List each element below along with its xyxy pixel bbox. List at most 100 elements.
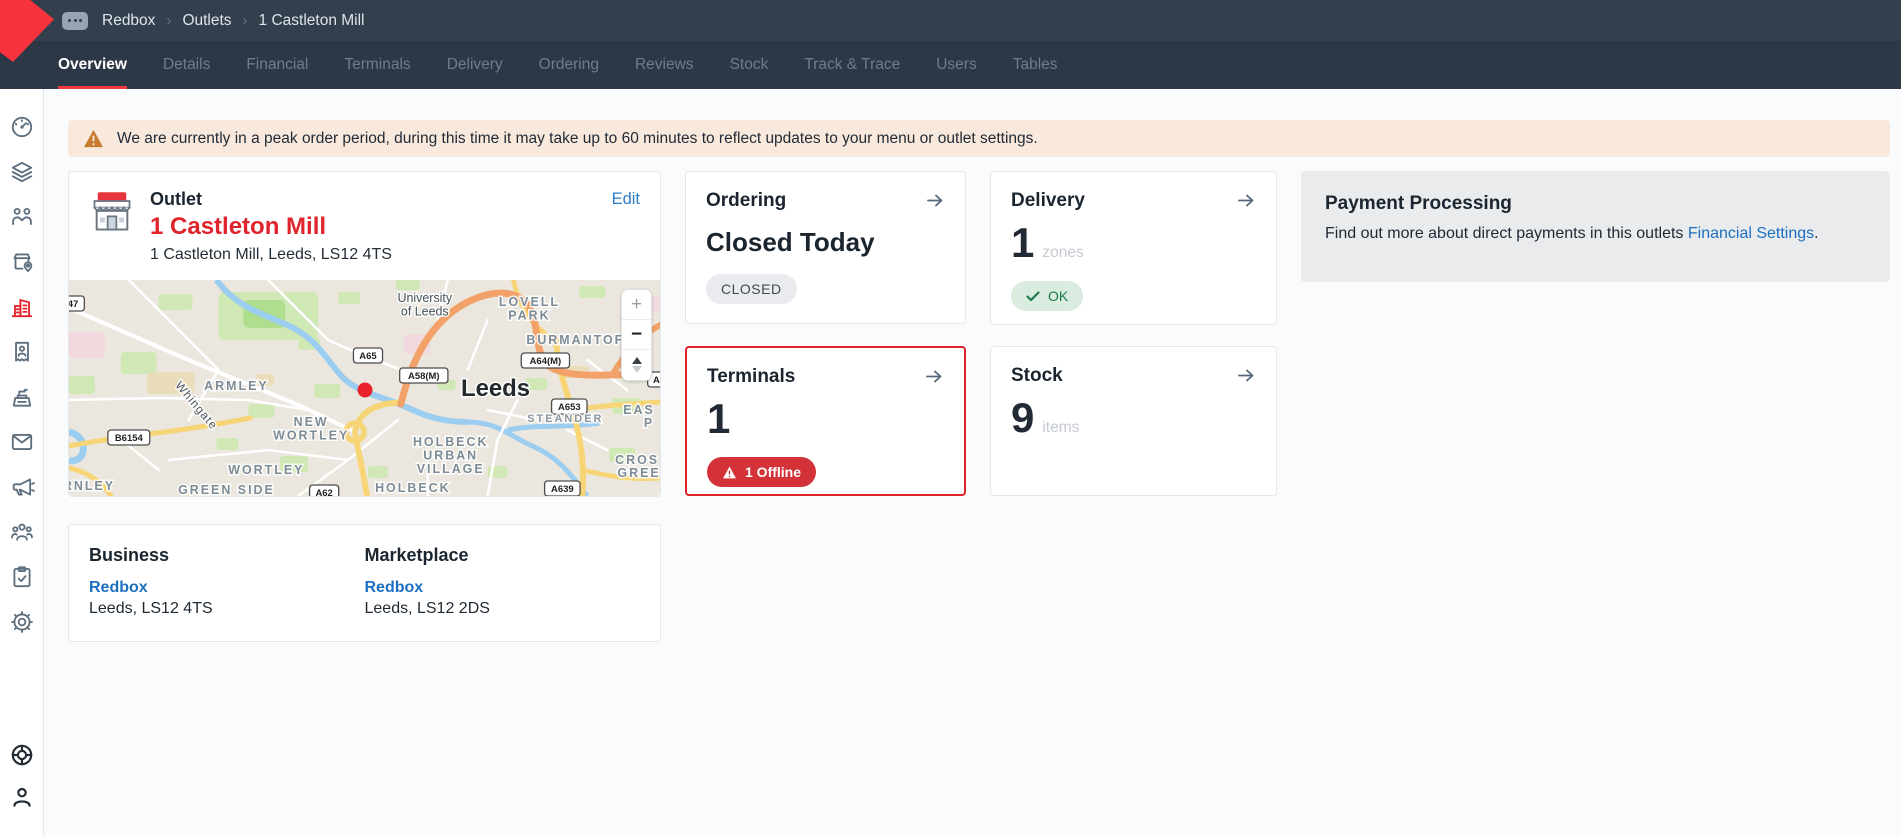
breadcrumb-item-redbox[interactable]: Redbox	[102, 12, 155, 30]
map-label: GREEN SIDE	[178, 483, 275, 496]
tab-delivery[interactable]: Delivery	[447, 41, 503, 89]
map-label: HOLBECK	[375, 481, 451, 495]
sidebar-item-dashboard[interactable]	[9, 114, 35, 140]
delivery-ok-badge: OK	[1011, 281, 1083, 311]
sidebar-item-customers[interactable]	[9, 519, 35, 545]
breadcrumb-bar: Redbox›Outlets›1 Castleton Mill	[0, 0, 1901, 41]
help-lifebuoy-icon	[9, 742, 35, 768]
envelope-icon	[9, 429, 35, 455]
sidebar-item-help[interactable]	[9, 742, 35, 768]
map-road-badge: A653	[558, 402, 581, 413]
terminals-card[interactable]: Terminals 1 1 Offline	[685, 346, 966, 496]
delivery-card[interactable]: Delivery 1 zones OK	[990, 171, 1277, 325]
marketplace-label: Marketplace	[365, 545, 641, 566]
dashboard-gauge-icon	[9, 114, 35, 140]
account-person-icon	[9, 784, 35, 810]
delivery-unit: zones	[1042, 244, 1083, 262]
arrow-right-icon[interactable]	[1237, 192, 1256, 209]
megaphone-icon	[9, 474, 35, 500]
sidebar-item-orders[interactable]	[9, 339, 35, 365]
stock-card[interactable]: Stock 9 items	[990, 346, 1277, 496]
business-link[interactable]: Redbox	[89, 579, 365, 597]
sidebar-item-partners[interactable]	[9, 204, 35, 230]
map-label: HOLBECKURBANVILLAGE	[413, 435, 489, 476]
map-road-badge: 47	[69, 299, 78, 310]
storefront-pin-icon	[9, 249, 35, 275]
terminals-title: Terminals	[707, 366, 795, 388]
sidebar-item-menus[interactable]	[9, 159, 35, 185]
edit-outlet-link[interactable]: Edit	[612, 190, 640, 209]
storefront-icon	[89, 189, 135, 235]
delivery-count: 1	[1011, 221, 1034, 265]
sidebar-item-messages[interactable]	[9, 429, 35, 455]
tab-tables[interactable]: Tables	[1013, 41, 1058, 89]
main-content: We are currently in a peak order period,…	[44, 89, 1901, 836]
tab-overview[interactable]: Overview	[58, 41, 127, 89]
cash-register-icon	[9, 384, 35, 410]
tab-details[interactable]: Details	[163, 41, 210, 89]
map-zoom-out-button[interactable]: −	[622, 320, 651, 350]
breadcrumb-item-outlets[interactable]: Outlets	[182, 12, 231, 30]
stock-unit: items	[1042, 419, 1079, 437]
breadcrumb-menu-button[interactable]	[62, 12, 88, 30]
ordering-title: Ordering	[706, 190, 786, 212]
map-controls: + −	[621, 289, 652, 381]
map-label: GREE	[617, 466, 660, 480]
map-label: CROS	[615, 453, 659, 467]
sidebar-item-marketing[interactable]	[9, 474, 35, 500]
tab-stock[interactable]: Stock	[730, 41, 769, 89]
delivery-ok-text: OK	[1048, 288, 1068, 304]
map-road-badge: A58(M)	[408, 371, 440, 382]
map-svg: 47A65A58(M)A64(M)A653B6154A62A639A6 Univ…	[69, 280, 660, 496]
sidebar-item-business-active[interactable]	[9, 294, 35, 320]
breadcrumb-separator-icon: ›	[166, 12, 171, 29]
marketplace-link[interactable]: Redbox	[365, 579, 641, 597]
settings-gear-icon	[9, 609, 35, 635]
sidebar-footer	[9, 742, 35, 826]
delivery-title: Delivery	[1011, 190, 1085, 212]
tab-track-trace[interactable]: Track & Trace	[804, 41, 900, 89]
sidebar-item-reports[interactable]	[9, 564, 35, 590]
map-label: P	[644, 416, 654, 430]
business-label: Business	[89, 545, 365, 566]
map-zoom-in-button[interactable]: +	[622, 290, 651, 320]
peak-period-banner: We are currently in a peak order period,…	[68, 120, 1890, 157]
receipt-contact-icon	[9, 339, 35, 365]
banner-text: We are currently in a peak order period,…	[117, 130, 1038, 148]
financial-settings-link[interactable]: Financial Settings	[1688, 225, 1814, 242]
tab-ordering[interactable]: Ordering	[539, 41, 599, 89]
breadcrumb: Redbox›Outlets›1 Castleton Mill	[102, 12, 365, 30]
sidebar-item-account[interactable]	[9, 784, 35, 810]
tab-terminals[interactable]: Terminals	[344, 41, 410, 89]
map-road-badge: A639	[551, 484, 574, 495]
sidebar-item-outlets[interactable]	[9, 249, 35, 275]
map-road-badge: A64(M)	[530, 356, 562, 367]
breadcrumb-item-1-castleton-mill[interactable]: 1 Castleton Mill	[259, 12, 365, 30]
layers-icon	[9, 159, 35, 185]
partners-people-icon	[9, 204, 35, 230]
map-compass-button[interactable]	[622, 350, 651, 380]
map-marker[interactable]	[358, 383, 373, 398]
map-label: Leeds	[461, 375, 530, 402]
tab-financial[interactable]: Financial	[246, 41, 308, 89]
warning-triangle-icon	[83, 129, 104, 148]
clipboard-check-icon	[9, 564, 35, 590]
payment-title: Payment Processing	[1325, 193, 1866, 215]
outlet-map[interactable]: 47A65A58(M)A64(M)A653B6154A62A639A6 Univ…	[69, 280, 660, 496]
tab-users[interactable]: Users	[936, 41, 976, 89]
ellipsis-icon	[68, 19, 71, 22]
sidebar-item-settings[interactable]	[9, 609, 35, 635]
arrow-right-icon[interactable]	[925, 368, 944, 385]
tab-bar: Overview Details Financial Terminals Deliver…	[0, 41, 1901, 89]
map-road-badge: A6	[653, 375, 660, 386]
ordering-card[interactable]: Ordering Closed Today CLOSED	[685, 171, 966, 324]
sidebar-nav	[9, 114, 35, 654]
marketplace-address: Leeds, LS12 2DS	[365, 600, 641, 618]
buildings-icon	[9, 294, 35, 320]
sidebar-item-till[interactable]	[9, 384, 35, 410]
arrow-right-icon[interactable]	[926, 192, 945, 209]
stock-title: Stock	[1011, 365, 1063, 387]
stock-count: 9	[1011, 396, 1034, 440]
arrow-right-icon[interactable]	[1237, 367, 1256, 384]
tab-reviews[interactable]: Reviews	[635, 41, 694, 89]
